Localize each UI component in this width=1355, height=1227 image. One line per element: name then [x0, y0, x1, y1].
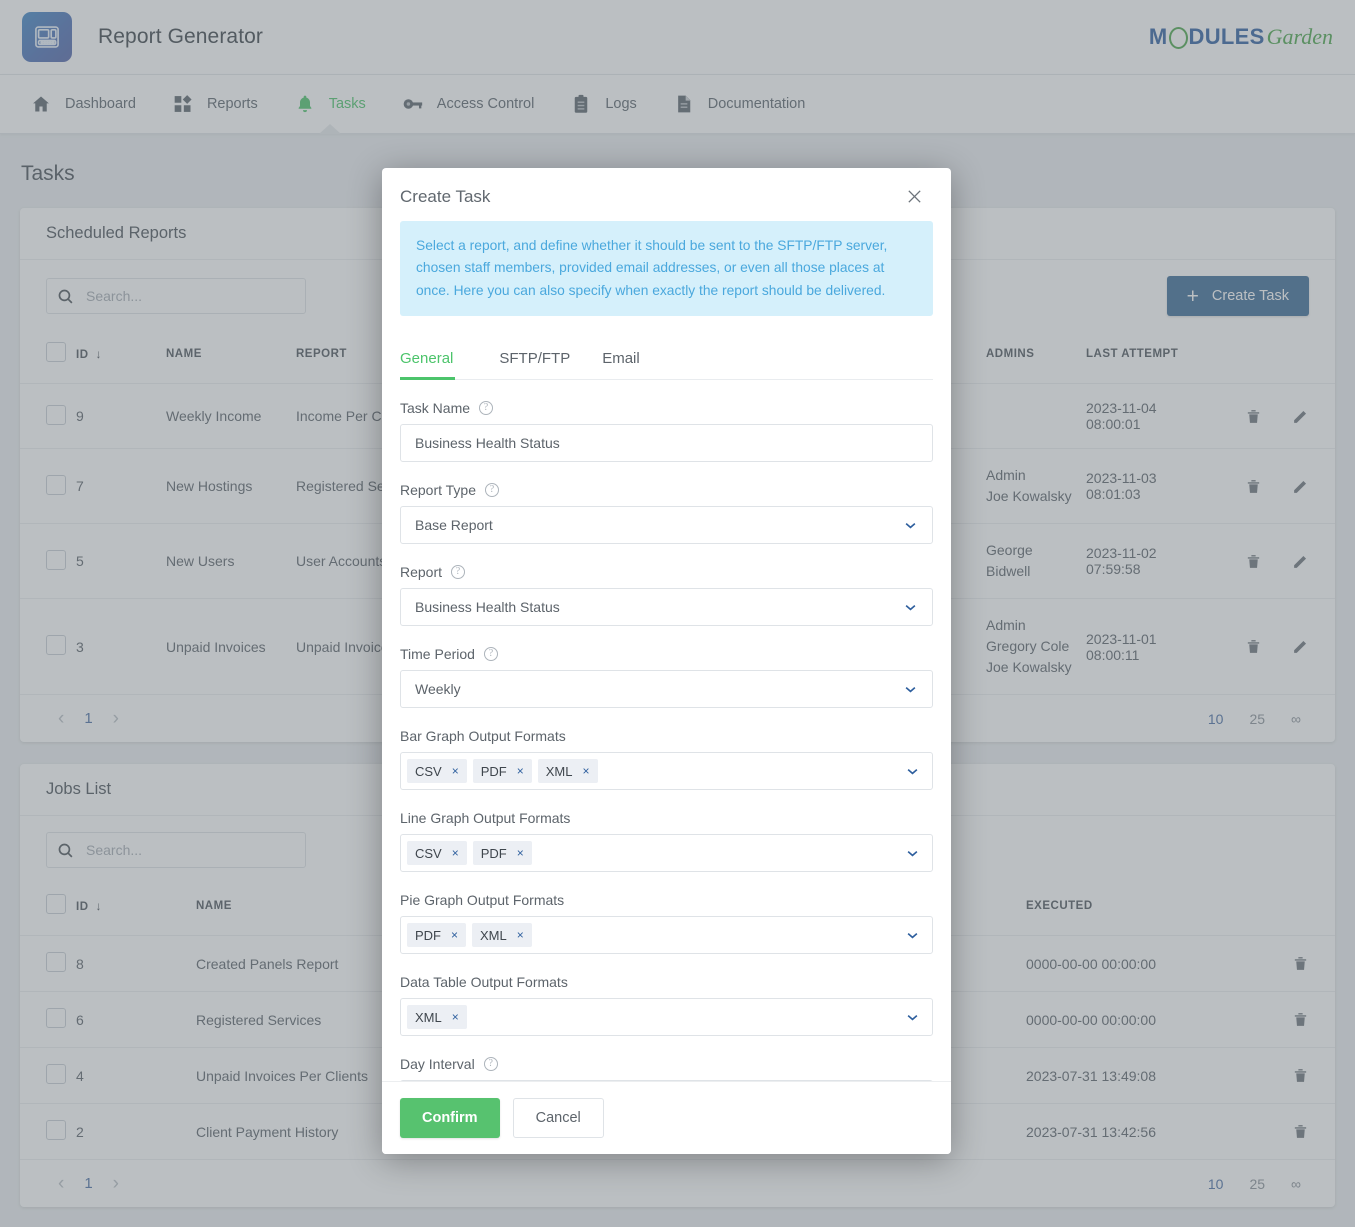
tag-pdf: PDF× — [473, 841, 532, 865]
help-icon[interactable]: ? — [451, 565, 465, 579]
help-icon[interactable]: ? — [484, 1057, 498, 1071]
task-name-input[interactable]: Business Health Status — [400, 424, 933, 462]
report-select[interactable]: Business Health Status — [400, 588, 933, 626]
time-period-value: Weekly — [415, 681, 461, 697]
remove-tag-icon[interactable]: × — [583, 764, 590, 778]
modal-header: Create Task — [382, 168, 951, 221]
task-name-value: Business Health Status — [415, 435, 560, 451]
label-task-name: Task Name ? — [400, 400, 933, 416]
chevron-down-icon — [903, 518, 918, 533]
report-type-value: Base Report — [415, 517, 493, 533]
label-time-period: Time Period ? — [400, 646, 933, 662]
remove-tag-icon[interactable]: × — [452, 764, 459, 778]
field-line-graph-formats: Line Graph Output Formats CSV× PDF× — [400, 810, 933, 872]
modal-tabs: General SFTP/FTP Email — [400, 342, 933, 380]
pie-graph-formats-select[interactable]: PDF× XML× — [400, 916, 933, 954]
report-value: Business Health Status — [415, 599, 560, 615]
field-report-type: Report Type ? Base Report — [400, 482, 933, 544]
tag-csv: CSV× — [407, 759, 467, 783]
tag-csv: CSV× — [407, 841, 467, 865]
tag-xml: XML× — [538, 759, 598, 783]
label-report-type: Report Type ? — [400, 482, 933, 498]
remove-tag-icon[interactable]: × — [452, 846, 459, 860]
tag-pdf: PDF× — [407, 923, 466, 947]
field-report: Report ? Business Health Status — [400, 564, 933, 626]
remove-tag-icon[interactable]: × — [517, 764, 524, 778]
remove-tag-icon[interactable]: × — [451, 928, 458, 942]
remove-tag-icon[interactable]: × — [517, 846, 524, 860]
modal-footer: Confirm Cancel — [382, 1081, 951, 1154]
chevron-down-icon — [903, 600, 918, 615]
field-time-period: Time Period ? Weekly — [400, 646, 933, 708]
field-day-interval: Day Interval ? 7 — [400, 1056, 933, 1081]
line-graph-formats-select[interactable]: CSV× PDF× — [400, 834, 933, 872]
modal-title: Create Task — [400, 187, 490, 207]
label-report: Report ? — [400, 564, 933, 580]
modal-info-text: Select a report, and define whether it s… — [400, 221, 933, 316]
chevron-down-icon — [905, 764, 920, 779]
bar-graph-formats-select[interactable]: CSV× PDF× XML× — [400, 752, 933, 790]
tag-pdf: PDF× — [473, 759, 532, 783]
field-data-table-formats: Data Table Output Formats XML× — [400, 974, 933, 1036]
help-icon[interactable]: ? — [485, 483, 499, 497]
tag-xml: XML× — [472, 923, 532, 947]
help-icon[interactable]: ? — [484, 647, 498, 661]
field-pie-graph-formats: Pie Graph Output Formats PDF× XML× — [400, 892, 933, 954]
remove-tag-icon[interactable]: × — [517, 928, 524, 942]
label-line-graph-formats: Line Graph Output Formats — [400, 810, 933, 826]
chevron-down-icon — [905, 846, 920, 861]
chevron-down-icon — [905, 928, 920, 943]
time-period-select[interactable]: Weekly — [400, 670, 933, 708]
chevron-down-icon — [905, 1010, 920, 1025]
label-data-table-formats: Data Table Output Formats — [400, 974, 933, 990]
confirm-button[interactable]: Confirm — [400, 1098, 500, 1138]
field-task-name: Task Name ? Business Health Status — [400, 400, 933, 462]
tab-email[interactable]: Email — [586, 342, 656, 379]
label-day-interval: Day Interval ? — [400, 1056, 933, 1072]
help-icon[interactable]: ? — [479, 401, 493, 415]
cancel-button[interactable]: Cancel — [513, 1098, 604, 1138]
label-bar-graph-formats: Bar Graph Output Formats — [400, 728, 933, 744]
remove-tag-icon[interactable]: × — [452, 1010, 459, 1024]
data-table-formats-select[interactable]: XML× — [400, 998, 933, 1036]
tag-xml: XML× — [407, 1005, 467, 1029]
tab-general[interactable]: General — [400, 342, 469, 379]
label-pie-graph-formats: Pie Graph Output Formats — [400, 892, 933, 908]
modal-body: Select a report, and define whether it s… — [382, 221, 951, 1081]
tab-sftp-ftp[interactable]: SFTP/FTP — [483, 342, 586, 379]
field-bar-graph-formats: Bar Graph Output Formats CSV× PDF× XML× — [400, 728, 933, 790]
close-icon[interactable] — [904, 186, 925, 207]
report-type-select[interactable]: Base Report — [400, 506, 933, 544]
create-task-modal: Create Task Select a report, and define … — [382, 168, 951, 1154]
chevron-down-icon — [903, 682, 918, 697]
